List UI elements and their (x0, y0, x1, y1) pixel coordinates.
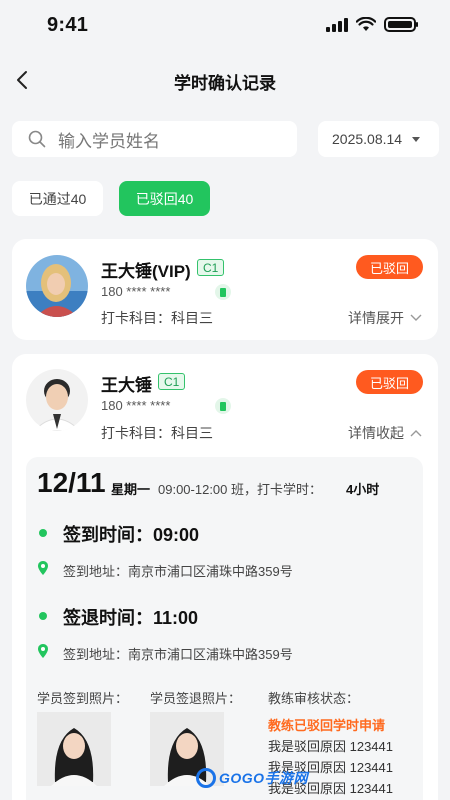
checkin-time: 签到时间：09:00 (63, 525, 200, 545)
license-badge: C1 (197, 259, 225, 276)
status-bar: 9:41 (0, 0, 450, 50)
wifi-icon (356, 17, 376, 31)
record-card[interactable]: 王大锤(VIP) C1 180 **** **** 打卡科目：科目三 已驳回 详… (12, 239, 438, 340)
detail-panel: 12/11 星期一 09:00-12:00 班，打卡学时： 4小时 签到时间：0… (26, 457, 423, 800)
checkout-photo-label: 学员签退照片： (150, 691, 242, 706)
checkin-address: 签到地址：南京市浦口区浦珠中路359号 (63, 564, 293, 579)
detail-weekday: 星期一 (111, 482, 151, 497)
signal-icon (326, 17, 348, 32)
collapse-toggle[interactable]: 详情收起 (348, 423, 422, 443)
toggle-label: 详情展开 (348, 310, 404, 326)
checkout-dot (39, 612, 47, 620)
phone-icon[interactable] (215, 284, 231, 300)
date-value: 2025.08.14 (332, 131, 403, 147)
student-name: 王大锤 (101, 376, 152, 395)
detail-shift: 09:00-12:00 班，打卡学时： (158, 482, 323, 497)
status-icons (326, 17, 418, 32)
phone-number: 180 **** **** (101, 284, 171, 299)
checkin-photo-label: 学员签到照片： (37, 691, 129, 706)
battery-icon (384, 17, 418, 32)
watermark-logo: GOGO手游网 (196, 768, 308, 788)
detail-hours: 4小时 (346, 482, 380, 497)
detail-date: 12/11 (37, 467, 106, 498)
chevron-down-icon (410, 314, 422, 321)
filter-passed[interactable]: 已通过40 (12, 181, 103, 216)
review-label: 教练审核状态： (268, 691, 360, 706)
date-select[interactable]: 2025.08.14 (318, 121, 439, 157)
subject-text: 打卡科目：科目三 (101, 425, 213, 441)
chevron-up-icon (410, 430, 422, 437)
search-icon (28, 130, 46, 148)
student-name: 王大锤(VIP) (101, 262, 191, 281)
reject-reason: 我是驳回原因 123441 (268, 739, 393, 754)
toggle-label: 详情收起 (348, 425, 404, 441)
page-title: 学时确认记录 (174, 74, 276, 93)
checkin-dot (39, 529, 47, 537)
phone-number: 180 **** **** (101, 398, 171, 413)
avatar (26, 369, 88, 431)
expand-toggle[interactable]: 详情展开 (348, 308, 422, 328)
filter-rejected[interactable]: 已驳回40 (119, 181, 210, 216)
location-pin-icon (38, 561, 48, 575)
subject-text: 打卡科目：科目三 (101, 310, 213, 326)
location-pin-icon (38, 644, 48, 658)
checkout-address: 签到地址：南京市浦口区浦珠中路359号 (63, 647, 293, 662)
phone-icon[interactable] (215, 398, 231, 414)
checkout-time: 签退时间：11:00 (63, 608, 199, 628)
search-placeholder: 输入学员姓名 (58, 131, 160, 151)
avatar (26, 255, 88, 317)
license-badge: C1 (158, 373, 186, 390)
checkin-photo[interactable] (37, 712, 111, 786)
status-badge: 已驳回 (356, 255, 423, 279)
record-card[interactable]: 王大锤 C1 180 **** **** 打卡科目：科目三 已驳回 详情收起 1… (12, 354, 438, 800)
nav-bar: 学时确认记录 (0, 58, 450, 102)
search-input[interactable]: 输入学员姓名 (12, 121, 297, 157)
caret-down-icon (412, 136, 421, 142)
status-badge: 已驳回 (356, 370, 423, 394)
review-status: 教练已驳回学时申请 (268, 718, 386, 733)
status-time: 9:41 (47, 14, 89, 36)
